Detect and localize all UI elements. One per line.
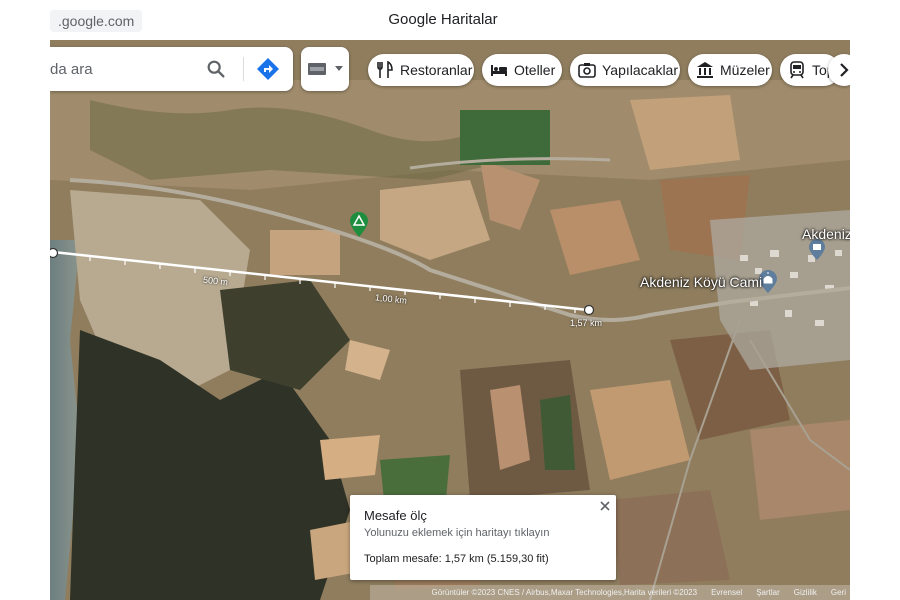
close-icon[interactable] bbox=[598, 499, 612, 513]
museum-icon bbox=[697, 62, 713, 78]
place-label-akdeniz-koyu-cami[interactable]: Akdeniz Köyü Cami bbox=[640, 274, 762, 290]
search-separator bbox=[243, 57, 244, 81]
chip-museums[interactable]: Müzeler bbox=[688, 54, 772, 86]
chip-hotels[interactable]: Oteller bbox=[482, 54, 562, 86]
place-marker-icon[interactable] bbox=[808, 239, 826, 261]
chips-scroll-right-button[interactable] bbox=[828, 54, 850, 86]
transit-icon bbox=[790, 61, 804, 79]
caret-down-icon[interactable] bbox=[335, 64, 343, 72]
measure-end-point[interactable] bbox=[583, 304, 595, 316]
chip-things-to-do[interactable]: Yapılacaklar bbox=[570, 54, 680, 86]
chip-label: Müzeler bbox=[720, 62, 770, 78]
chip-restaurants[interactable]: Restoranlar bbox=[368, 54, 474, 86]
place-label-akdeniz[interactable]: Akdeniz bbox=[802, 226, 850, 242]
measure-total-distance: Toplam mesafe: 1,57 km (5.159,30 fit) bbox=[364, 553, 549, 565]
directions-icon[interactable] bbox=[256, 57, 280, 81]
search-box bbox=[50, 47, 293, 91]
page-title: Google Haritalar bbox=[388, 11, 498, 28]
measure-start-point[interactable] bbox=[50, 247, 59, 259]
search-icon[interactable] bbox=[205, 58, 227, 80]
browser-top-bar: .google.com Google Haritalar bbox=[50, 0, 850, 40]
measure-distance-card: Mesafe ölç Yolunuzu eklemek için haritay… bbox=[350, 495, 616, 580]
link-feedback[interactable]: Geri bbox=[831, 588, 846, 597]
satellite-map[interactable]: 500 m 1,00 km 1,57 km Akdeniz Akdeniz Kö… bbox=[50, 40, 850, 600]
campsite-marker-icon[interactable] bbox=[349, 212, 369, 238]
chevron-right-icon bbox=[840, 63, 849, 77]
map-attribution: Görüntüler ©2023 CNES / Airbus,Maxar Tec… bbox=[370, 585, 850, 600]
chip-label: Yapılacaklar bbox=[602, 62, 679, 78]
screen: .google.com Google Haritalar 500 m 1,00 … bbox=[0, 0, 900, 600]
camera-icon bbox=[578, 63, 596, 78]
measure-title: Mesafe ölç bbox=[364, 508, 427, 523]
bed-icon bbox=[491, 65, 507, 76]
layers-button[interactable] bbox=[301, 47, 349, 91]
link-global[interactable]: Evrensel bbox=[711, 588, 742, 597]
search-input[interactable] bbox=[50, 47, 200, 91]
distance-label-total: 1,57 km bbox=[570, 318, 603, 328]
chip-label: Oteller bbox=[514, 62, 556, 78]
fork-knife-icon bbox=[377, 61, 393, 78]
layers-icon bbox=[308, 63, 326, 75]
imagery-credit: Görüntüler ©2023 CNES / Airbus,Maxar Tec… bbox=[431, 588, 698, 597]
chip-label: Restoranlar bbox=[400, 62, 473, 78]
measure-hint: Yolunuzu eklemek için haritayı tıklayın bbox=[364, 527, 550, 539]
link-privacy[interactable]: Gizlilik bbox=[794, 588, 817, 597]
link-terms[interactable]: Şartlar bbox=[756, 588, 780, 597]
